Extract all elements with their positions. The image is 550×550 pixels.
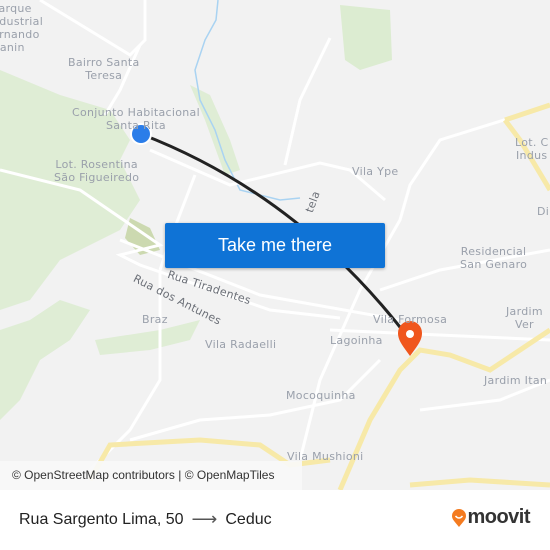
take-me-there-button[interactable]: Take me there <box>165 223 385 268</box>
origin-name: Rua Sargento Lima, 50 <box>19 510 184 528</box>
place-label: Residencial San Genaro <box>460 245 528 271</box>
map[interactable]: Parque ndustrial ernando Zanin Bairro Sa… <box>0 0 550 490</box>
footer: Rua Sargento Lima, 50 ⟶ Ceduc moovit <box>0 490 550 550</box>
place-label: Jardim Itan <box>484 374 548 387</box>
route-summary: Rua Sargento Lima, 50 ⟶ Ceduc <box>19 509 272 530</box>
place-label: Vila Ype <box>352 165 399 178</box>
moovit-pin-icon <box>452 508 467 527</box>
place-label: Vila Formosa <box>373 313 448 326</box>
park-area <box>340 5 392 70</box>
place-label: Mocoquinha <box>286 389 356 402</box>
place-label: Bairro Santa Teresa <box>68 56 140 82</box>
destination-name: Ceduc <box>225 510 272 528</box>
place-label: Parque ndustrial ernando Zanin <box>0 2 44 54</box>
place-label: Conjunto Habitacional Santa Rita <box>72 106 200 132</box>
place-label: Vila Radaelli <box>205 338 277 351</box>
moovit-wordmark: moovit <box>467 506 530 528</box>
place-label: Braz <box>142 313 168 326</box>
place-label: Jardim Ver <box>506 305 543 331</box>
park-area <box>0 300 90 420</box>
place-label: Lot. C Indus <box>515 136 549 162</box>
map-attribution[interactable]: © OpenStreetMap contributors | © OpenMap… <box>0 461 302 490</box>
place-label: Di <box>537 205 550 218</box>
place-label: Lot. Rosentina São Figueiredo <box>54 158 140 184</box>
arrow-right-icon: ⟶ <box>191 509 218 529</box>
moovit-logo: moovit <box>451 506 530 529</box>
place-label: Lagoinha <box>330 334 383 347</box>
